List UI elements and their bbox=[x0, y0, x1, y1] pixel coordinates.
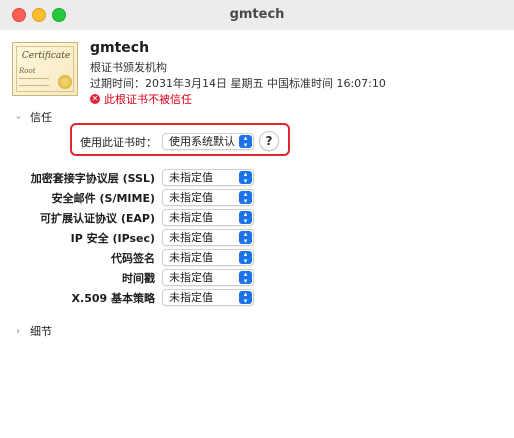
trust-row-label: IP 安全 (IPsec) bbox=[70, 232, 155, 245]
trust-row-value: 未指定值 bbox=[169, 171, 213, 184]
certificate-name: gmtech bbox=[90, 40, 150, 56]
popup-stepper-icon: ▴ ▾ bbox=[239, 271, 252, 284]
trust-row-label: 可扩展认证协议 (EAP) bbox=[40, 212, 155, 225]
popup-stepper-icon: ▴ ▾ bbox=[239, 191, 252, 204]
trust-section-toggle[interactable]: › 信任 bbox=[12, 109, 53, 125]
trust-row-popup[interactable]: 未指定值 ▴ ▾ bbox=[162, 269, 254, 286]
trust-row-label: 安全邮件 (S/MIME) bbox=[51, 192, 155, 205]
trust-row-value: 未指定值 bbox=[169, 211, 213, 224]
window-title: gmtech bbox=[229, 7, 285, 22]
certificate-expiry: 过期时间：2031年3月14日 星期五 中国标准时间 16:07:10 bbox=[90, 77, 386, 90]
certificate-icon-word: Certificate bbox=[21, 51, 71, 61]
trust-row-label: X.509 基本策略 bbox=[71, 292, 155, 305]
use-certificate-popup[interactable]: 使用系统默认 ▴ ▾ bbox=[162, 133, 254, 150]
trust-row-popup[interactable]: 未指定值 ▴ ▾ bbox=[162, 229, 254, 246]
certificate-kind: 根证书颁发机构 bbox=[90, 61, 167, 74]
certificate-status-text: 此根证书不被信任 bbox=[104, 93, 192, 106]
certificate-trust-status: ✕ 此根证书不被信任 bbox=[90, 91, 192, 107]
certificate-window: gmtech Certificate Root gmtech 根证书颁发机构 过… bbox=[0, 0, 514, 438]
popup-stepper-icon: ▴ ▾ bbox=[239, 291, 252, 304]
trust-row-value: 未指定值 bbox=[169, 251, 213, 264]
trust-row-popup[interactable]: 未指定值 ▴ ▾ bbox=[162, 289, 254, 306]
seal-icon bbox=[58, 75, 72, 89]
trust-row-label: 代码签名 bbox=[111, 252, 155, 265]
trust-row-popup[interactable]: 未指定值 ▴ ▾ bbox=[162, 169, 254, 186]
popup-stepper-icon: ▴ ▾ bbox=[239, 171, 252, 184]
use-certificate-label: 使用此证书时： bbox=[80, 136, 157, 149]
trust-section-label: 信任 bbox=[30, 111, 52, 124]
chevron-down-icon: › bbox=[12, 115, 24, 119]
popup-stepper-icon: ▴ ▾ bbox=[239, 231, 252, 244]
details-section-label: 细节 bbox=[30, 325, 52, 338]
error-icon: ✕ bbox=[90, 94, 100, 104]
trust-row-popup[interactable]: 未指定值 ▴ ▾ bbox=[162, 189, 254, 206]
trust-row-value: 未指定值 bbox=[169, 191, 213, 204]
popup-stepper-icon: ▴ ▾ bbox=[239, 211, 252, 224]
trust-row-label: 加密套接字协议层 (SSL) bbox=[30, 172, 155, 185]
trust-row-label: 时间戳 bbox=[122, 272, 155, 285]
trust-row-popup[interactable]: 未指定值 ▴ ▾ bbox=[162, 249, 254, 266]
chevron-right-icon: › bbox=[16, 325, 20, 337]
title-bar: gmtech bbox=[0, 0, 514, 30]
use-certificate-value: 使用系统默认 bbox=[169, 135, 235, 148]
details-section-toggle[interactable]: › 细节 bbox=[12, 323, 52, 339]
certificate-icon-root: Root bbox=[19, 67, 36, 75]
popup-stepper-icon: ▴ ▾ bbox=[239, 251, 252, 264]
trust-row-value: 未指定值 bbox=[169, 231, 213, 244]
certificate-icon: Certificate Root bbox=[12, 42, 78, 96]
popup-stepper-icon: ▴ ▾ bbox=[239, 135, 252, 148]
trust-row-popup[interactable]: 未指定值 ▴ ▾ bbox=[162, 209, 254, 226]
help-button[interactable]: ? bbox=[259, 131, 279, 151]
trust-row-value: 未指定值 bbox=[169, 271, 213, 284]
trust-row-value: 未指定值 bbox=[169, 291, 213, 304]
